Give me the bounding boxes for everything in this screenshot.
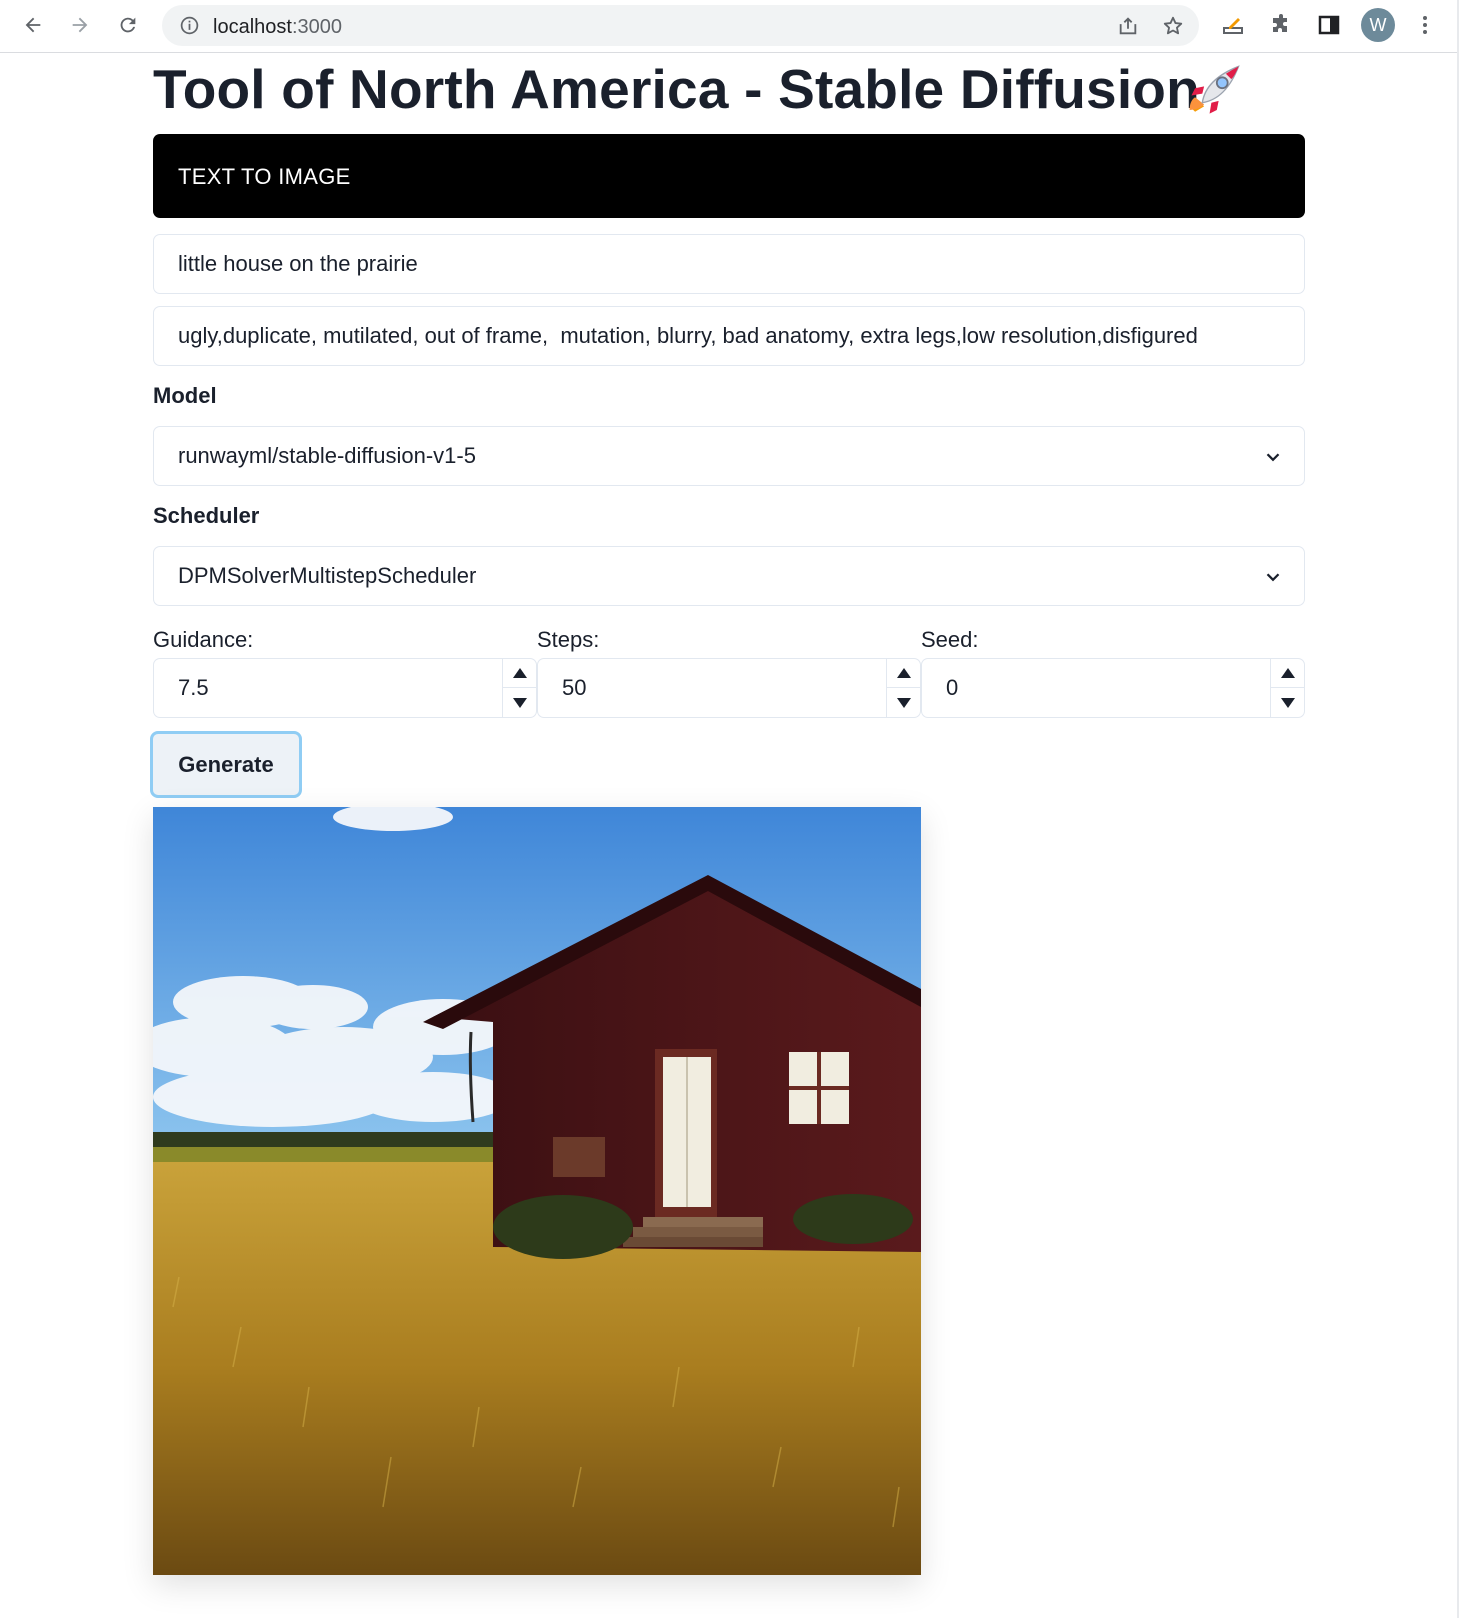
steps-stepper — [886, 659, 920, 717]
back-icon[interactable] — [17, 9, 49, 41]
side-panel-icon[interactable] — [1316, 12, 1342, 38]
generated-image — [153, 807, 921, 1575]
bookmark-star-icon[interactable] — [1162, 15, 1184, 37]
negative-prompt-input[interactable] — [178, 307, 1278, 365]
prairie-house-image — [153, 807, 921, 1575]
menu-kebab-icon[interactable] — [1412, 12, 1438, 38]
negative-prompt-field[interactable] — [153, 306, 1305, 366]
prompt-field[interactable] — [153, 234, 1305, 294]
triangle-up-icon — [512, 668, 527, 678]
steps-increment-button[interactable] — [887, 659, 920, 688]
tab-label: TEXT TO IMAGE — [178, 164, 351, 189]
seed-stepper — [1270, 659, 1304, 717]
triangle-up-icon — [1280, 668, 1295, 678]
tab-text-to-image[interactable]: TEXT TO IMAGE — [153, 134, 1305, 218]
forward-icon[interactable] — [64, 9, 96, 41]
model-selected-value: runwayml/stable-diffusion-v1-5 — [178, 443, 476, 468]
scheduler-select[interactable]: DPMSolverMultistepScheduler — [153, 546, 1305, 606]
guidance-label: Guidance: — [153, 627, 254, 652]
seed-increment-button[interactable] — [1271, 659, 1304, 688]
steps-label: Steps: — [537, 627, 600, 652]
page-title: Tool of North America - Stable Diffusion — [153, 58, 1200, 120]
share-icon[interactable] — [1117, 15, 1139, 37]
guidance-stepper — [502, 659, 536, 717]
model-label: Model — [153, 383, 217, 408]
seed-input[interactable]: 0 — [921, 658, 1305, 718]
browser-toolbar: localhost:3000 W — [0, 0, 1459, 53]
steps-value: 50 — [562, 675, 587, 700]
seed-value: 0 — [946, 675, 959, 700]
url-text[interactable]: localhost:3000 — [213, 16, 342, 39]
steps-decrement-button[interactable] — [887, 688, 920, 717]
guidance-decrement-button[interactable] — [503, 688, 536, 717]
profile-avatar[interactable]: W — [1361, 8, 1395, 42]
address-bar[interactable]: localhost:3000 — [162, 5, 1199, 46]
edit-extension-icon[interactable] — [1220, 12, 1246, 38]
scheduler-label: Scheduler — [153, 503, 260, 528]
guidance-input[interactable]: 7.5 — [153, 658, 537, 718]
guidance-value: 7.5 — [178, 675, 209, 700]
steps-input[interactable]: 50 — [537, 658, 921, 718]
url-port: :3000 — [291, 16, 342, 38]
generate-button[interactable]: Generate — [150, 731, 302, 798]
seed-label: Seed: — [921, 627, 979, 652]
url-host: localhost — [213, 16, 292, 38]
guidance-increment-button[interactable] — [503, 659, 536, 688]
chevron-down-icon — [1266, 573, 1280, 582]
rocket-icon — [1189, 65, 1240, 114]
reload-icon[interactable] — [112, 9, 144, 41]
prompt-input[interactable] — [178, 235, 1278, 293]
model-select[interactable]: runwayml/stable-diffusion-v1-5 — [153, 426, 1305, 486]
site-info-icon[interactable] — [179, 15, 200, 36]
extensions-puzzle-icon[interactable] — [1268, 12, 1294, 38]
chevron-down-icon — [1266, 453, 1280, 462]
triangle-up-icon — [896, 668, 911, 678]
triangle-down-icon — [512, 697, 527, 708]
scheduler-selected-value: DPMSolverMultistepScheduler — [178, 563, 477, 588]
triangle-down-icon — [896, 697, 911, 708]
triangle-down-icon — [1280, 697, 1295, 708]
seed-decrement-button[interactable] — [1271, 688, 1304, 717]
